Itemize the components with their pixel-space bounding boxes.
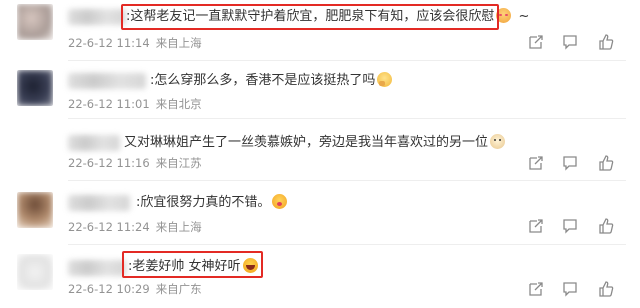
highlight-box — [121, 4, 499, 30]
share-icon[interactable] — [528, 34, 544, 50]
comment-suffix: ~ — [518, 9, 530, 24]
location: 来自北京 — [155, 97, 202, 111]
like-icon[interactable] — [598, 34, 614, 50]
comment-icon[interactable] — [562, 155, 578, 171]
share-icon[interactable] — [528, 218, 544, 234]
location: 来自江苏 — [155, 156, 202, 170]
comment-row: :怎么穿那么多，香港不是应该挺热了吗 22-6-12 11:01 来自北京 — [0, 60, 640, 118]
share-icon[interactable] — [528, 155, 544, 171]
comment-icon[interactable] — [562, 34, 578, 50]
comment-meta: 22-6-12 11:14 来自上海 — [68, 36, 202, 50]
comment-meta: 22-6-12 11:01 来自北京 — [68, 97, 202, 111]
timestamp: 22-6-12 11:24 — [68, 220, 150, 234]
username-blurred[interactable] — [68, 73, 146, 89]
timestamp: 22-6-12 10:29 — [68, 282, 150, 296]
like-icon[interactable] — [598, 281, 614, 297]
comment-text-content: 又对琳琳姐产生了一丝羡慕嫉妒，旁边是我当年喜欢过的另一位 — [124, 135, 489, 150]
highlight-box — [122, 251, 263, 278]
kiss-face-icon — [272, 194, 288, 209]
timestamp: 22-6-12 11:01 — [68, 97, 150, 111]
comment-row: :欣宜很努力真的不错。 22-6-12 11:24 来自上海 — [0, 180, 640, 242]
comment-text-content: :欣宜很努力真的不错。 — [136, 195, 271, 210]
location: 来自上海 — [155, 220, 202, 234]
username-blurred[interactable] — [68, 135, 120, 151]
comment-row: :这帮老友记一直默默守护着欣宜，肥肥泉下有知，应该会很欣慰 ~ 22-6-12 … — [0, 0, 640, 60]
comment-text: :欣宜很努力真的不错。 — [136, 194, 288, 212]
comment-text: :怎么穿那么多，香港不是应该挺热了吗 — [150, 72, 393, 90]
comment-actions — [520, 34, 640, 52]
comment-actions — [520, 218, 640, 236]
avatar[interactable] — [17, 254, 53, 290]
comment-text-content: :怎么穿那么多，香港不是应该挺热了吗 — [150, 73, 376, 88]
username-blurred[interactable] — [68, 195, 130, 211]
comment-actions — [520, 281, 640, 299]
thinking-face-icon — [377, 72, 393, 87]
comment-meta: 22-6-12 11:16 来自江苏 — [68, 156, 202, 170]
comment-icon[interactable] — [562, 281, 578, 297]
timestamp: 22-6-12 11:16 — [68, 156, 150, 170]
timestamp: 22-6-12 11:14 — [68, 36, 150, 50]
avatar[interactable] — [17, 70, 53, 106]
comment-row: :老姜好帅 女神好听 22-6-12 10:29 来自广东 — [0, 244, 640, 308]
location: 来自广东 — [155, 282, 202, 296]
username-blurred[interactable] — [68, 9, 126, 25]
share-icon[interactable] — [528, 281, 544, 297]
like-icon[interactable] — [598, 155, 614, 171]
location: 来自上海 — [155, 36, 202, 50]
comment-icon[interactable] — [562, 218, 578, 234]
comment-meta: 22-6-12 10:29 来自广东 — [68, 282, 202, 296]
comment-actions — [520, 155, 640, 173]
comment-text: 又对琳琳姐产生了一丝羡慕嫉妒，旁边是我当年喜欢过的另一位 — [124, 134, 506, 152]
like-icon[interactable] — [598, 218, 614, 234]
comment-row: 又对琳琳姐产生了一丝羡慕嫉妒，旁边是我当年喜欢过的另一位 22-6-12 11:… — [0, 118, 640, 180]
comment-meta: 22-6-12 11:24 来自上海 — [68, 220, 202, 234]
username-blurred[interactable] — [68, 260, 126, 276]
avatar[interactable] — [17, 192, 53, 228]
dog-face-icon — [490, 134, 506, 149]
avatar[interactable] — [17, 4, 53, 40]
